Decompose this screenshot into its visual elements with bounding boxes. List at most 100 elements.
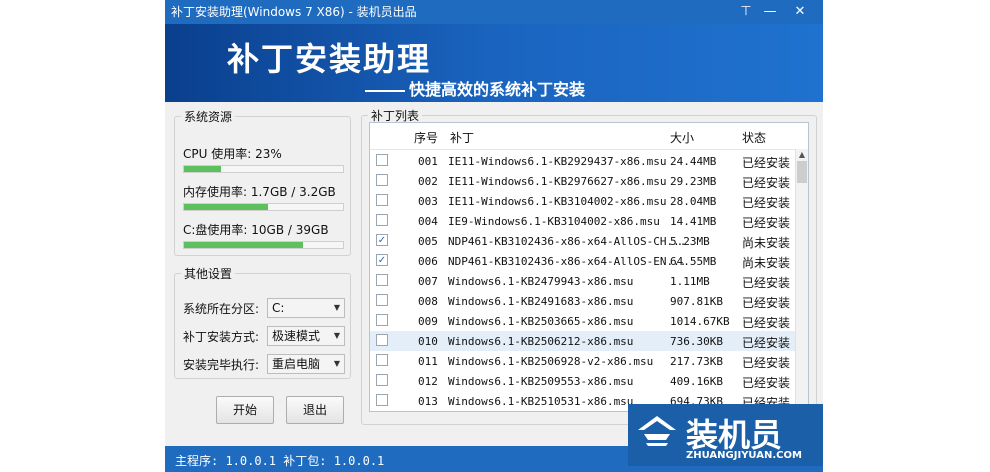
row-name: NDP461-KB3102436-x86-x64-AllOS-EN... — [448, 255, 687, 268]
row-num: 009 — [418, 315, 438, 328]
table-row[interactable]: 007 Windows6.1-KB2479943-x86.msu 1.11MB 已经安… — [370, 271, 796, 291]
patch-list[interactable]: 序号 补丁 大小 状态 001 IE11-Windows6.1-KB2929437… — [369, 122, 809, 412]
row-num: 002 — [418, 175, 438, 188]
title-bar[interactable]: 补丁安装助理(Windows 7 X86) - 装机员出品 ⊤ — ✕ — [165, 0, 823, 24]
scroll-up-icon[interactable]: ▲ — [796, 149, 808, 161]
header-banner: 补丁安装助理 快捷高效的系统补丁安装 — [165, 24, 823, 102]
chevron-down-icon: ▼ — [333, 331, 340, 340]
table-row[interactable]: ✓ 005 NDP461-KB3102436-x86-x64-AllOS-CH...… — [370, 231, 796, 251]
row-name: Windows6.1-KB2506212-x86.msu — [448, 335, 634, 348]
column-header-num[interactable]: 序号 — [414, 129, 438, 146]
row-size: 409.16KB — [670, 375, 723, 388]
row-num: 006 — [418, 255, 438, 268]
table-row[interactable]: 004 IE9-Windows6.1-KB3104002-x86.msu 14.41… — [370, 211, 796, 231]
table-row[interactable]: 002 IE11-Windows6.1-KB2976627-x86.msu 29.2… — [370, 171, 796, 191]
row-status: 已经安装 — [742, 216, 791, 230]
install-mode-select[interactable]: 极速模式 ▼ — [267, 326, 345, 346]
other-settings-group: 其他设置 系统所在分区: C: ▼ 补丁安装方式: 极速模式 ▼ 安装完毕执行: 重… — [174, 265, 351, 379]
row-checkbox[interactable] — [376, 374, 388, 386]
column-header-size[interactable]: 大小 — [670, 129, 694, 146]
close-button[interactable]: ✕ — [789, 0, 811, 24]
row-checkbox[interactable] — [376, 394, 388, 406]
column-header-name[interactable]: 补丁 — [450, 129, 474, 146]
exit-button[interactable]: 退出 — [286, 396, 344, 424]
minimize-icon[interactable]: ⊤ — [735, 0, 757, 24]
row-checkbox[interactable] — [376, 274, 388, 286]
table-row[interactable]: 009 Windows6.1-KB2503665-x86.msu 1014.67KB… — [370, 311, 796, 331]
chevron-down-icon: ▼ — [333, 359, 340, 368]
row-size: 736.30KB — [670, 335, 723, 348]
table-row[interactable]: 008 Windows6.1-KB2491683-x86.msu 907.81KB 已… — [370, 291, 796, 311]
cpu-usage-bar — [183, 165, 344, 173]
table-row[interactable]: 010 Windows6.1-KB2506212-x86.msu 736.30KB 已… — [370, 331, 796, 351]
watermark-url: ZHUANGJIYUAN.COM — [686, 450, 802, 461]
row-checkbox[interactable] — [376, 334, 388, 346]
table-row[interactable]: ✓ 006 NDP461-KB3102436-x86-x64-AllOS-EN...… — [370, 251, 796, 271]
dash-line — [365, 89, 405, 92]
after-install-label: 安装完毕执行: — [183, 358, 260, 372]
row-num: 013 — [418, 395, 438, 408]
row-num: 001 — [418, 155, 438, 168]
row-size: 28.04MB — [670, 195, 717, 208]
install-mode-label: 补丁安装方式: — [183, 330, 260, 344]
minimize-button[interactable]: — — [759, 0, 781, 24]
scroll-thumb[interactable] — [797, 161, 807, 183]
row-status: 已经安装 — [742, 296, 791, 310]
column-header-status[interactable]: 状态 — [742, 129, 766, 146]
memory-usage-label: 内存使用率: 1.7GB / 3.2GB — [183, 185, 336, 199]
row-name: Windows6.1-KB2491683-x86.msu — [448, 295, 634, 308]
row-checkbox[interactable] — [376, 314, 388, 326]
table-row[interactable]: 003 IE11-Windows6.1-KB3104002-x86.msu 28.0… — [370, 191, 796, 211]
row-status: 已经安装 — [742, 176, 791, 190]
window-title: 补丁安装助理(Windows 7 X86) - 装机员出品 — [171, 5, 417, 19]
app-window: 补丁安装助理(Windows 7 X86) - 装机员出品 ⊤ — ✕ 补丁安装… — [165, 0, 823, 472]
watermark-logo: 装机员 ZHUANGJIYUAN.COM — [628, 404, 823, 466]
row-num: 011 — [418, 355, 438, 368]
row-checkbox[interactable] — [376, 154, 388, 166]
row-size: 64.55MB — [670, 255, 717, 268]
disk-usage-label: C:盘使用率: 10GB / 39GB — [183, 223, 329, 237]
row-checkbox[interactable] — [376, 174, 388, 186]
system-resources-legend: 系统资源 — [184, 110, 233, 124]
row-name: Windows6.1-KB2503665-x86.msu — [448, 315, 634, 328]
partition-select[interactable]: C: ▼ — [267, 298, 345, 318]
row-size: 1014.67KB — [670, 315, 730, 328]
row-status: 尚未安装 — [742, 256, 791, 270]
row-size: 29.23MB — [670, 175, 717, 188]
row-checkbox[interactable]: ✓ — [376, 254, 388, 266]
table-row[interactable]: 001 IE11-Windows6.1-KB2929437-x86.msu 24.4… — [370, 151, 796, 171]
cpu-usage-fill — [184, 166, 221, 172]
row-size: 1.11MB — [670, 275, 710, 288]
install-mode-value: 极速模式 — [272, 329, 321, 343]
row-num: 005 — [418, 235, 438, 248]
row-num: 008 — [418, 295, 438, 308]
row-size: 14.41MB — [670, 215, 717, 228]
row-checkbox[interactable] — [376, 214, 388, 226]
row-size: 907.81KB — [670, 295, 723, 308]
cpu-usage-label: CPU 使用率: 23% — [183, 147, 282, 161]
row-status: 尚未安装 — [742, 236, 791, 250]
other-settings-legend: 其他设置 — [184, 267, 233, 281]
row-name: IE11-Windows6.1-KB3104002-x86.msu — [448, 195, 667, 208]
row-size: 217.73KB — [670, 355, 723, 368]
row-name: Windows6.1-KB2479943-x86.msu — [448, 275, 634, 288]
table-row[interactable]: 011 Windows6.1-KB2506928-v2-x86.msu 217.73… — [370, 351, 796, 371]
row-name: Windows6.1-KB2510531-x86.msu — [448, 395, 634, 408]
row-checkbox[interactable] — [376, 354, 388, 366]
memory-usage-bar — [183, 203, 344, 211]
partition-label: 系统所在分区: — [183, 302, 260, 316]
row-status: 已经安装 — [742, 276, 791, 290]
row-status: 已经安装 — [742, 376, 791, 390]
row-checkbox[interactable] — [376, 294, 388, 306]
row-size: 24.44MB — [670, 155, 717, 168]
row-name: IE11-Windows6.1-KB2929437-x86.msu — [448, 155, 667, 168]
list-scrollbar[interactable]: ▲ — [795, 149, 808, 411]
row-checkbox[interactable] — [376, 194, 388, 206]
row-checkbox[interactable]: ✓ — [376, 234, 388, 246]
banner-subtitle: 快捷高效的系统补丁安装 — [365, 76, 585, 100]
start-button[interactable]: 开始 — [216, 396, 274, 424]
after-install-select[interactable]: 重启电脑 ▼ — [267, 354, 345, 374]
memory-usage-fill — [184, 204, 269, 210]
table-row[interactable]: 012 Windows6.1-KB2509553-x86.msu 409.16KB 已… — [370, 371, 796, 391]
row-status: 已经安装 — [742, 336, 791, 350]
